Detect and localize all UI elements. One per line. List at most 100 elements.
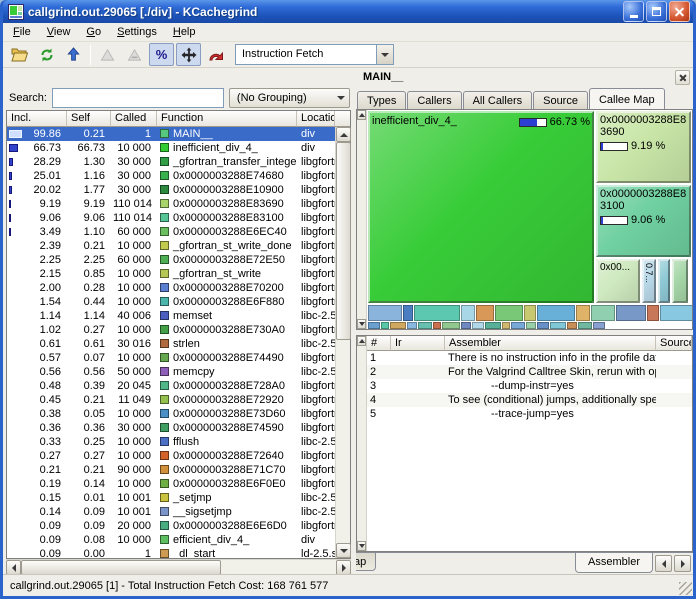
scroll-up-button[interactable]	[336, 127, 351, 142]
table-row[interactable]: 0.360.3630 0000x0000003288E74590libgfort…	[7, 421, 335, 435]
table-row[interactable]: 28.291.3030 000_gfortran_transfer_intege…	[7, 155, 335, 169]
table-row[interactable]: 1.141.1440 006memsetlibc-2.5.so	[7, 309, 335, 323]
menu-item-help[interactable]: Help	[165, 24, 204, 40]
tab-scroll-left-button[interactable]	[655, 555, 672, 572]
column-header-function[interactable]: Function	[157, 111, 297, 127]
column-header-location[interactable]: Location	[297, 111, 335, 127]
table-row[interactable]: 0.560.5650 000memcpylibc-2.5.so	[7, 365, 335, 379]
cycle-detection-button[interactable]	[95, 43, 120, 66]
column-header-assembler[interactable]: Assembler	[445, 336, 656, 351]
map-block[interactable]	[368, 305, 402, 321]
map-block[interactable]	[647, 305, 659, 321]
map-block[interactable]	[418, 322, 432, 329]
map-block[interactable]	[578, 322, 592, 329]
table-row[interactable]: 3.491.1060 0000x0000003288E6EC40libgfort…	[7, 225, 335, 239]
map-block[interactable]: 0.7...	[642, 259, 656, 303]
map-block[interactable]	[511, 322, 525, 329]
table-row[interactable]: 1.020.2710 0000x0000003288E730A0libgfort…	[7, 323, 335, 337]
table-row[interactable]: 2.000.2810 0000x0000003288E70200libgfort…	[7, 281, 335, 295]
table-row[interactable]: 9.199.19110 0140x0000003288E83690libgfor…	[7, 197, 335, 211]
table-row[interactable]: 0.190.1410 0000x0000003288E6F0E0libgfort…	[7, 477, 335, 491]
scroll-down-button[interactable]	[357, 541, 366, 551]
table-row[interactable]: 0.090.001_dl_startld-2.5.so	[7, 547, 335, 558]
map-block[interactable]	[567, 322, 577, 329]
map-block[interactable]	[461, 322, 471, 329]
table-row[interactable]: 66.7366.7310 000inefficient_div_4_div	[7, 141, 335, 155]
map-block[interactable]: 0x00...	[596, 259, 640, 303]
table-row[interactable]: 0.380.0510 0000x0000003288E73D60libgfort…	[7, 407, 335, 421]
column-header-ir[interactable]: Ir	[391, 336, 445, 351]
assembler-scrollbar[interactable]	[357, 336, 367, 551]
table-row[interactable]: 1.540.4410 0000x0000003288E6F880libgfort…	[7, 295, 335, 309]
map-block[interactable]	[537, 305, 575, 321]
scroll-down-button[interactable]	[357, 319, 366, 329]
column-header-incl[interactable]: Incl.	[7, 111, 67, 127]
table-row[interactable]: 0.210.2190 0000x0000003288E71C70libgfort…	[7, 463, 335, 477]
map-block[interactable]	[550, 322, 566, 329]
map-block-callee-2[interactable]: 0x0000003288E83100 9.06 %	[596, 185, 691, 257]
scrollbar-thumb[interactable]	[21, 560, 221, 575]
resize-grip[interactable]	[679, 582, 692, 595]
list-horizontal-scrollbar[interactable]	[6, 559, 351, 574]
table-row[interactable]: 0.610.6130 016strlenlibc-2.5.so	[7, 337, 335, 351]
map-block[interactable]	[414, 305, 460, 321]
column-header-called[interactable]: Called	[111, 111, 157, 127]
map-block[interactable]	[537, 322, 549, 329]
map-block[interactable]	[591, 305, 615, 321]
reload-button[interactable]	[34, 43, 59, 66]
table-row[interactable]: 0.570.0710 0000x0000003288E74490libgfort…	[7, 351, 335, 365]
column-header-[interactable]: #	[367, 336, 391, 351]
map-scrollbar[interactable]	[357, 110, 367, 329]
tab-callee-map[interactable]: Callee Map	[589, 88, 665, 109]
tab-scroll-right-button[interactable]	[674, 555, 691, 572]
map-block[interactable]	[407, 322, 417, 329]
map-block[interactable]	[390, 322, 406, 329]
assembler-row[interactable]: 4To see (conditional) jumps, additionall…	[367, 393, 692, 407]
column-header-source[interactable]: Source	[656, 336, 692, 351]
scroll-left-button[interactable]	[6, 560, 21, 575]
dock-close-button[interactable]	[675, 70, 690, 85]
map-block[interactable]	[472, 322, 484, 329]
scroll-up-button[interactable]	[357, 336, 366, 346]
combo-arrow-button[interactable]	[376, 45, 393, 64]
scroll-right-button[interactable]	[336, 560, 351, 575]
column-header-self[interactable]: Self	[67, 111, 111, 127]
table-row[interactable]: 20.021.7730 0000x0000003288E10900libgfor…	[7, 183, 335, 197]
table-row[interactable]: 9.069.06110 0140x0000003288E83100libgfor…	[7, 211, 335, 225]
scroll-up-button[interactable]	[357, 110, 366, 120]
list-vertical-scrollbar[interactable]	[335, 127, 350, 558]
table-row[interactable]: 2.150.8510 000_gfortran_st_writelibgfort…	[7, 267, 335, 281]
map-block[interactable]	[616, 305, 646, 321]
menu-item-file[interactable]: File	[5, 24, 39, 40]
tab-source[interactable]: Source	[533, 91, 588, 109]
map-block[interactable]	[524, 305, 536, 321]
force-dump-button[interactable]	[203, 43, 228, 66]
map-block[interactable]	[485, 322, 501, 329]
up-button[interactable]	[61, 43, 86, 66]
grouping-select[interactable]: (No Grouping)	[229, 88, 350, 108]
menu-item-view[interactable]: View	[39, 24, 79, 40]
map-block[interactable]	[368, 322, 380, 329]
title-bar[interactable]: callgrind.out.29065 [./div] - KCachegrin…	[3, 0, 693, 23]
table-row[interactable]: 0.480.3920 0450x0000003288E728A0libgfort…	[7, 379, 335, 393]
table-row[interactable]: 2.390.2110 000_gfortran_st_write_donelib…	[7, 239, 335, 253]
table-row[interactable]: 0.090.0810 000efficient_div_4_div	[7, 533, 335, 547]
table-row[interactable]: 25.011.1630 0000x0000003288E74680libgfor…	[7, 169, 335, 183]
search-input[interactable]	[52, 88, 224, 108]
maximize-button[interactable]	[646, 1, 667, 22]
map-block[interactable]	[403, 305, 413, 321]
event-type-select[interactable]: Instruction Fetch	[235, 44, 394, 65]
map-block[interactable]	[658, 259, 670, 303]
map-block[interactable]	[433, 322, 441, 329]
percentage-toggle[interactable]: %	[149, 43, 174, 66]
hide-templates-button[interactable]	[122, 43, 147, 66]
tab-assembler[interactable]: Assembler	[575, 552, 653, 573]
tab-all-callers[interactable]: All Callers	[463, 91, 533, 109]
minimize-button[interactable]	[623, 1, 644, 22]
expand-areas-toggle[interactable]	[176, 43, 201, 66]
tab-callers[interactable]: Callers	[407, 91, 461, 109]
menu-item-go[interactable]: Go	[78, 24, 109, 40]
map-block-main[interactable]: inefficient_div_4_ 66.73 %	[368, 111, 594, 303]
menu-item-settings[interactable]: Settings	[109, 24, 165, 40]
map-block[interactable]	[381, 322, 389, 329]
